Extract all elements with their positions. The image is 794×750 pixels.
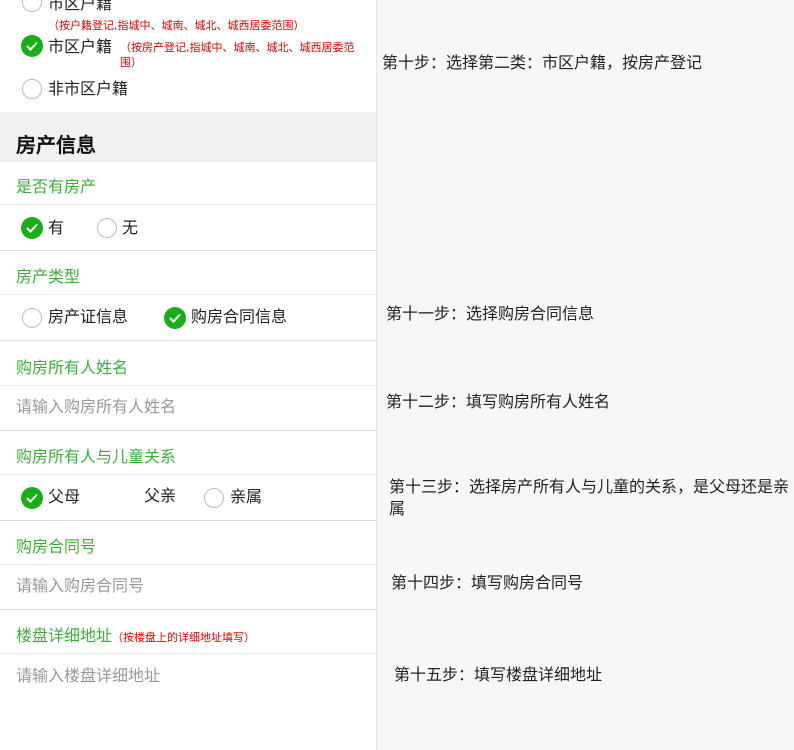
label-address-text: 楼盘详细地址 <box>16 626 113 645</box>
divider <box>0 520 376 521</box>
label-property-type: 房产类型 <box>16 267 81 286</box>
option-city-household-1[interactable]: 市区户籍 （按户籍登记,指城中、城南、城北、城西居委范围） <box>48 0 368 33</box>
label-address: 楼盘详细地址（按楼盘上的详细地址填写） <box>16 626 366 646</box>
step-13: 第十三步：选择房产所有人与儿童的关系，是父母还是亲属 <box>389 477 790 518</box>
label-contract-no: 购房合同号 <box>16 537 97 556</box>
step-10: 第十步：选择第二类：市区户籍，按房产登记 <box>382 53 703 72</box>
radio-city-household-1[interactable] <box>22 0 42 12</box>
option-note: （按房产登记,指城中、城南、城北、城西居委范围） <box>120 41 355 69</box>
option-non-city-household[interactable]: 非市区户籍 <box>48 79 128 99</box>
label-owner-name: 购房所有人姓名 <box>16 358 129 377</box>
form-panel: 市区户籍 （按户籍登记,指城中、城南、城北、城西居委范围） 市区户籍 （按房产登记… <box>0 0 377 750</box>
radio-deed-info[interactable] <box>22 308 42 328</box>
divider <box>0 430 376 431</box>
option-purchase-contract[interactable]: 购房合同信息 <box>191 307 287 327</box>
option-relatives[interactable]: 亲属 <box>230 487 262 507</box>
divider <box>0 385 376 386</box>
divider <box>0 609 376 610</box>
option-note: （按户籍登记,指城中、城南、城北、城西居委范围） <box>48 19 305 32</box>
option-label: 市区户籍 <box>48 37 113 56</box>
check-icon <box>169 313 181 323</box>
option-label: 市区户籍 <box>48 0 113 13</box>
divider <box>0 653 376 654</box>
divider <box>0 340 376 341</box>
relation-annotation: 父亲 <box>144 486 177 505</box>
radio-has-property-no[interactable] <box>97 218 117 238</box>
step-11: 第十一步：选择购房合同信息 <box>386 304 595 323</box>
check-icon <box>26 223 38 233</box>
divider <box>0 564 376 565</box>
label-has-property: 是否有房产 <box>16 177 97 196</box>
address-note: （按楼盘上的详细地址填写） <box>112 631 256 644</box>
address-input[interactable]: 请输入楼盘详细地址 <box>16 666 160 686</box>
check-icon <box>26 493 38 503</box>
label-relation: 购房所有人与儿童关系 <box>16 447 177 466</box>
radio-non-city-household[interactable] <box>22 79 42 99</box>
step-12: 第十二步：填写购房所有人姓名 <box>386 392 611 411</box>
option-parents[interactable]: 父母 <box>48 487 80 507</box>
radio-relatives[interactable] <box>204 488 224 508</box>
divider <box>0 250 376 251</box>
radio-city-household-2-checked[interactable] <box>21 35 43 57</box>
radio-parents-checked[interactable] <box>21 487 43 509</box>
section-title: 房产信息 <box>16 133 96 157</box>
step-14: 第十四步：填写购房合同号 <box>391 573 584 592</box>
option-deed-info[interactable]: 房产证信息 <box>48 307 128 327</box>
option-no[interactable]: 无 <box>122 218 138 238</box>
section-header: 房产信息 <box>0 112 376 162</box>
radio-has-property-yes-checked[interactable] <box>21 217 43 239</box>
owner-name-input[interactable]: 请输入购房所有人姓名 <box>16 397 176 417</box>
divider <box>0 474 376 475</box>
contract-no-input[interactable]: 请输入购房合同号 <box>16 576 144 596</box>
option-yes[interactable]: 有 <box>48 218 64 238</box>
divider <box>0 294 376 295</box>
radio-purchase-contract-checked[interactable] <box>164 307 186 329</box>
check-icon <box>26 41 38 51</box>
divider <box>0 204 376 205</box>
step-15: 第十五步：填写楼盘详细地址 <box>394 665 603 684</box>
